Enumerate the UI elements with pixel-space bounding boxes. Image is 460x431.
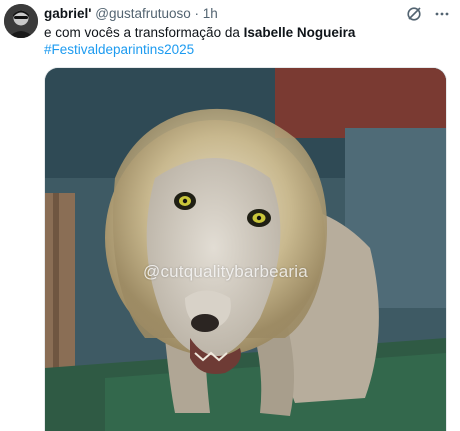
timestamp[interactable]: 1h bbox=[203, 6, 218, 21]
grok-icon[interactable] bbox=[406, 6, 422, 22]
tweet-header: gabriel' @gustafrutuoso · 1h bbox=[44, 6, 218, 22]
tweet: gabriel' @gustafrutuoso · 1h e com vocês… bbox=[0, 0, 460, 431]
more-icon[interactable] bbox=[434, 6, 450, 22]
separator-dot: · bbox=[194, 6, 200, 21]
display-name[interactable]: gabriel' bbox=[44, 6, 91, 21]
tweet-actions bbox=[406, 6, 450, 22]
tweet-text: e com vocês a transformação da Isabelle … bbox=[44, 25, 355, 41]
media-watermark: @cutqualitybarbearia bbox=[143, 262, 308, 281]
avatar[interactable] bbox=[4, 4, 38, 38]
hashtag-link[interactable]: #Festivaldeparintins2025 bbox=[44, 42, 194, 57]
tweet-media[interactable]: @cutqualitybarbearia bbox=[44, 67, 447, 431]
hashtag-line: #Festivaldeparintins2025 bbox=[44, 42, 194, 58]
lion-photo bbox=[45, 68, 446, 431]
tweet-text-bold: Isabelle Nogueira bbox=[243, 25, 356, 40]
user-handle[interactable]: @gustafrutuoso bbox=[95, 6, 191, 21]
tweet-text-prefix: e com vocês a transformação da bbox=[44, 25, 244, 40]
